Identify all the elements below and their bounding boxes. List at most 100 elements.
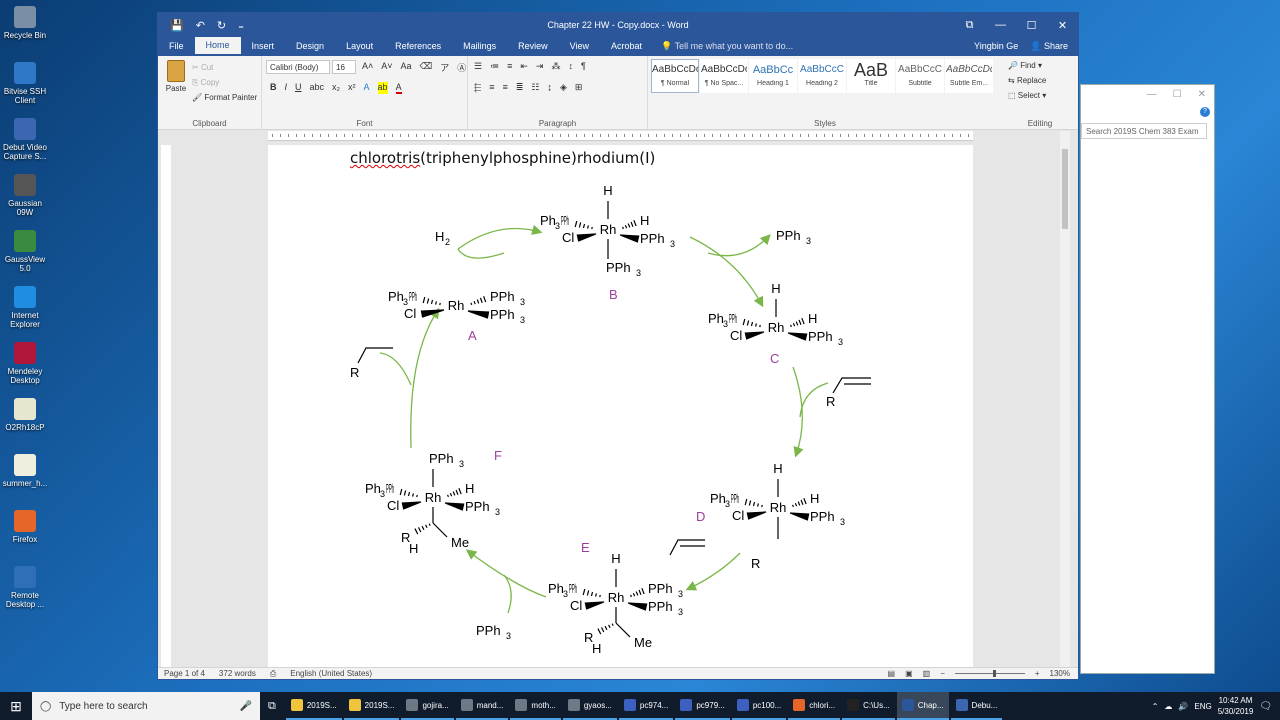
italic-icon[interactable]: I — [285, 82, 288, 94]
tray-expand-icon[interactable]: ⌃ — [1152, 702, 1159, 711]
tab-view[interactable]: View — [559, 37, 600, 56]
clock[interactable]: 10:42 AM 5/30/2019 — [1218, 695, 1254, 717]
customize-qat-icon[interactable]: ₌ — [238, 19, 244, 32]
highlight-icon[interactable]: ab — [377, 82, 388, 94]
style-item[interactable]: AaBbCcC Subtitle — [896, 59, 944, 93]
desktop-icon[interactable]: O2Rh18cP — [0, 398, 50, 432]
character-border-icon[interactable]: Ⓐ — [457, 61, 466, 74]
subscript-icon[interactable]: x₂ — [332, 82, 340, 94]
catalytic-cycle-diagram[interactable]: RhPh 3 PPhClPPh 3PPh 3RhPh 3 PPhClHPPh 3HPPh 3Rh… — [268, 145, 973, 669]
redo-icon[interactable]: ↻ — [217, 19, 226, 32]
taskbar-app[interactable]: pc100... — [731, 692, 787, 720]
font-size-select[interactable]: 16 — [332, 60, 356, 74]
asian-layout-icon[interactable]: ⁂ — [551, 61, 560, 72]
increase-indent-icon[interactable]: ⇥ — [536, 61, 544, 72]
change-case-icon[interactable]: Aa — [401, 61, 412, 74]
share-button[interactable]: 👤 Share — [1030, 37, 1068, 56]
tab-layout[interactable]: Layout — [335, 37, 384, 56]
desktop-icon[interactable]: Remote Desktop ... — [0, 566, 50, 609]
user-name[interactable]: Yingbin Ge — [974, 37, 1018, 56]
scrollbar-thumb[interactable] — [1062, 149, 1068, 229]
tab-mailings[interactable]: Mailings — [452, 37, 507, 56]
zoom-slider[interactable] — [954, 670, 1025, 677]
find-button[interactable]: 🔎 Find ▾ — [1008, 58, 1046, 73]
save-icon[interactable]: 💾 — [170, 19, 184, 32]
notification-icon[interactable]: 🗨 — [1259, 701, 1272, 712]
phonetic-guide-icon[interactable]: ア — [440, 61, 449, 74]
style-item[interactable]: AaBbCc Heading 1 — [749, 59, 797, 93]
read-mode-icon[interactable]: ▤ — [888, 669, 896, 678]
taskbar-search[interactable]: ◯ Type here to search 🎤 — [32, 692, 260, 720]
zoom-out-icon[interactable]: − — [940, 669, 945, 678]
decrease-indent-icon[interactable]: ⇤ — [520, 61, 528, 72]
cut-button[interactable]: ✂ Cut — [192, 60, 257, 75]
taskbar-app[interactable]: pc974... — [618, 692, 674, 720]
text-effects-icon[interactable]: A — [364, 82, 370, 94]
font-color-icon[interactable]: A — [395, 82, 402, 94]
tab-file[interactable]: File — [158, 37, 195, 56]
horizontal-ruler[interactable] — [268, 131, 973, 141]
taskbar-app[interactable]: gyaos... — [562, 692, 617, 720]
vertical-scrollbar[interactable] — [1060, 131, 1070, 669]
align-left-icon[interactable]: ⬱ — [474, 82, 481, 93]
desktop-icon[interactable]: GaussView 5.0 — [0, 230, 50, 273]
sort-icon[interactable]: ↕ — [568, 61, 573, 72]
style-item[interactable]: AaBbCcDc ¶ No Spac... — [700, 59, 748, 93]
start-button[interactable]: ⊞ — [0, 692, 32, 720]
close-button[interactable]: ✕ — [1047, 13, 1078, 37]
strikethrough-icon[interactable]: abc — [310, 82, 325, 94]
language-indicator[interactable]: English (United States) — [290, 669, 372, 678]
word-count[interactable]: 372 words — [219, 669, 256, 678]
minimize-icon[interactable]: — — [1147, 89, 1157, 100]
help-icon[interactable]: ? — [1200, 107, 1210, 117]
select-button[interactable]: ⬚ Select ▾ — [1008, 88, 1046, 103]
tell-me-input[interactable]: 💡 Tell me what you want to do... — [653, 37, 793, 56]
taskbar-app[interactable]: gojira... — [401, 692, 454, 720]
font-name-select[interactable]: Calibri (Body) — [266, 60, 330, 74]
task-view-icon[interactable]: ⧉ — [260, 700, 284, 713]
zoom-in-icon[interactable]: + — [1035, 669, 1040, 678]
style-item[interactable]: AaBbCcC Heading 2 — [798, 59, 846, 93]
zoom-level[interactable]: 130% — [1050, 669, 1070, 678]
document-page[interactable]: chlorotris(triphenylphosphine)rhodium(I) — [268, 145, 973, 669]
replace-button[interactable]: ⇆ Replace — [1008, 73, 1046, 88]
taskbar-app[interactable]: moth... — [510, 692, 561, 720]
line-spacing-icon[interactable]: ↨ — [547, 82, 552, 93]
vertical-ruler[interactable] — [161, 145, 171, 669]
tab-acrobat[interactable]: Acrobat — [600, 37, 653, 56]
clear-formatting-icon[interactable]: ⌫ — [420, 61, 433, 74]
taskbar-app[interactable]: 2019S... — [285, 692, 342, 720]
microphone-icon[interactable]: 🎤 — [240, 701, 252, 712]
document-area[interactable]: chlorotris(triphenylphosphine)rhodium(I) — [158, 131, 1070, 669]
print-layout-icon[interactable]: ▣ — [905, 669, 913, 678]
style-item[interactable]: AaBbCcDc Subtle Em... — [945, 59, 993, 93]
desktop-icon[interactable]: Recycle Bin — [0, 6, 50, 40]
shading-icon[interactable]: ◈ — [560, 82, 567, 93]
justify-icon[interactable]: ≣ — [516, 82, 524, 93]
superscript-icon[interactable]: x² — [348, 82, 356, 94]
desktop-icon[interactable]: Mendeley Desktop — [0, 342, 50, 385]
volume-icon[interactable]: 🔊 — [1178, 702, 1188, 711]
input-language[interactable]: ENG — [1194, 702, 1211, 711]
ribbon-display-options-icon[interactable]: ⧉ — [954, 13, 985, 37]
background-window[interactable]: — ☐ ✕ ? Search 2019S Chem 383 Exam — [1080, 84, 1215, 674]
bold-icon[interactable]: B — [270, 82, 277, 94]
desktop-icon[interactable]: summer_h... — [0, 454, 50, 488]
web-layout-icon[interactable]: ▥ — [923, 669, 931, 678]
tab-insert[interactable]: Insert — [241, 37, 286, 56]
style-item[interactable]: AaB Title — [847, 59, 895, 93]
maximize-icon[interactable]: ☐ — [1173, 89, 1182, 100]
tab-design[interactable]: Design — [285, 37, 335, 56]
minimize-button[interactable]: — — [985, 13, 1016, 37]
tab-review[interactable]: Review — [507, 37, 559, 56]
shrink-font-icon[interactable]: A˅ — [381, 61, 392, 74]
desktop-icon[interactable]: Gaussian 09W — [0, 174, 50, 217]
format-painter-button[interactable]: 🖌 Format Painter — [192, 90, 257, 105]
taskbar-app[interactable]: C:\Us... — [842, 692, 895, 720]
paste-button[interactable]: Paste — [164, 60, 188, 93]
tab-home[interactable]: Home — [194, 37, 241, 54]
tab-references[interactable]: References — [384, 37, 452, 56]
taskbar-app[interactable]: mand... — [455, 692, 509, 720]
distributed-icon[interactable]: ☷ — [531, 82, 539, 93]
copy-button[interactable]: ⎘ Copy — [192, 75, 257, 90]
